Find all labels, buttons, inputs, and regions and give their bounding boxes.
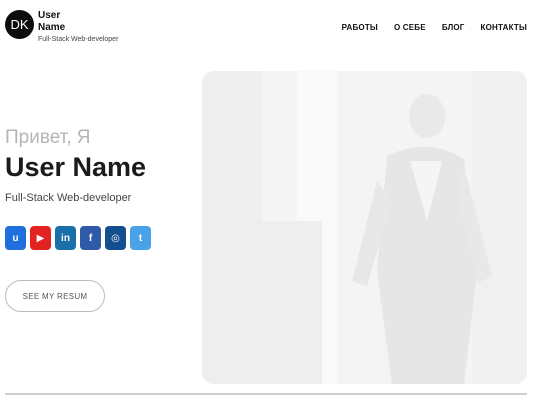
see-resume-button[interactable]: SEE MY RESUM bbox=[5, 280, 105, 312]
youtube-icon[interactable]: ▶ bbox=[30, 226, 51, 250]
nav-item-works[interactable]: РАБОТЫ bbox=[342, 23, 378, 32]
instagram-icon[interactable]: ◎ bbox=[105, 226, 126, 250]
logo-avatar[interactable]: DK bbox=[5, 10, 34, 39]
linkedin-icon[interactable]: in bbox=[55, 226, 76, 250]
hero-greeting: Привет, Я bbox=[5, 127, 91, 148]
nav-item-contacts[interactable]: КОНТАКТЫ bbox=[481, 23, 527, 32]
hero-name: User Name bbox=[5, 152, 147, 182]
hero-role: Full-Stack Web-developer bbox=[5, 192, 132, 204]
social-links: u ▶ in f ◎ t bbox=[5, 226, 151, 250]
twitter-icon[interactable]: t bbox=[130, 226, 151, 250]
section-divider bbox=[5, 393, 527, 395]
brand-name[interactable]: User Name bbox=[38, 10, 78, 34]
nav-item-blog[interactable]: БЛОГ bbox=[442, 23, 465, 32]
brand-subtitle: Full-Stack Web-developer bbox=[38, 36, 119, 43]
profile-photo bbox=[202, 71, 527, 384]
main-nav: РАБОТЫ О СЕБЕ БЛОГ КОНТАКТЫ bbox=[342, 23, 527, 32]
site-header: DK User Name Full-Stack Web-developer РА… bbox=[0, 0, 535, 56]
nav-item-about[interactable]: О СЕБЕ bbox=[394, 23, 426, 32]
facebook-icon[interactable]: f bbox=[80, 226, 101, 250]
profile-photo-image bbox=[202, 71, 527, 384]
upwork-icon[interactable]: u bbox=[5, 226, 26, 250]
